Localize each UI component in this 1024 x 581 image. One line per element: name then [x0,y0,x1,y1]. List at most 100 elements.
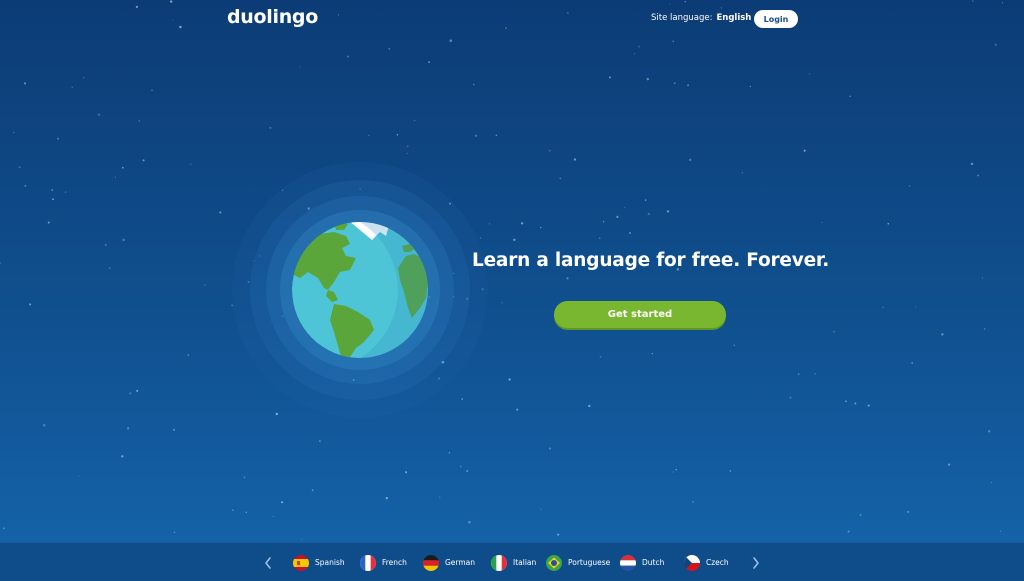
language-label: Italian [513,558,537,567]
star [187,354,189,356]
star [219,211,222,214]
star [814,373,816,375]
star [136,389,139,392]
star [64,191,67,193]
star [999,530,1002,532]
star [406,145,409,148]
star [299,66,301,68]
scroll-left-arrow[interactable] [261,555,275,571]
scroll-right-arrow[interactable] [749,555,763,571]
star [833,330,835,333]
star [449,39,453,42]
language-label: Dutch [642,558,665,567]
star [672,40,675,43]
star [108,267,111,269]
star [646,77,650,81]
star [396,134,399,136]
star [566,277,569,280]
germany-flag-icon [423,554,439,571]
language-item-german[interactable]: German [423,554,475,571]
star [173,428,176,431]
star [629,232,631,234]
star [516,408,519,411]
duolingo-logo[interactable]: duolingo [227,6,318,28]
star [83,77,85,79]
login-button[interactable]: Login [754,10,798,28]
star [439,496,441,498]
star [733,344,735,346]
chevron-right-icon [753,557,759,569]
star [808,73,811,75]
star [908,185,911,187]
language-label: Spanish [315,558,345,567]
star [51,189,53,191]
star [867,404,870,407]
star [13,131,15,134]
landing-page: duolingo Site language: English Login Le… [0,0,1024,581]
language-label: Portuguese [568,558,611,567]
star [495,134,498,137]
star [644,199,647,201]
language-item-czech[interactable]: Czech [684,554,729,571]
star [602,221,605,223]
star [57,137,59,140]
star [122,238,125,242]
star [970,162,974,166]
star [347,55,350,58]
star [559,177,561,180]
star [948,463,951,466]
star [474,134,478,137]
netherlands-flag-icon [620,554,636,571]
star [638,45,640,48]
language-item-italian[interactable]: Italian [491,554,536,571]
star [647,212,650,216]
site-language-selector[interactable]: Site language: English [651,13,763,23]
star [941,333,944,336]
star [849,95,851,98]
star [548,447,552,450]
language-item-dutch[interactable]: Dutch [620,554,664,571]
language-item-french[interactable]: French [360,554,407,571]
star [204,284,206,286]
star [854,402,857,405]
star [573,158,577,161]
star [847,530,850,533]
star [466,470,469,472]
star [520,222,524,225]
star [300,538,303,540]
starfield-background [0,0,1004,540]
star [97,113,101,116]
site-language-value: English [716,13,752,23]
star [672,471,674,473]
star [616,215,619,219]
star [29,303,32,306]
star [540,508,542,510]
star [882,306,884,309]
star [540,227,542,229]
france-flag-icon [360,554,376,571]
star [633,53,636,55]
star [0,262,1,264]
star [741,172,743,174]
star [844,400,847,403]
star [599,356,602,358]
star [151,89,153,92]
star [983,328,986,330]
language-label: Czech [706,558,729,567]
star [405,471,408,474]
star [71,86,73,88]
star [269,126,272,129]
star [673,82,676,85]
star [907,511,910,513]
star [911,362,913,364]
star [803,149,806,152]
star [311,489,314,492]
star [245,511,247,513]
star [821,221,823,224]
language-item-spanish[interactable]: Spanish [293,554,345,571]
brazil-flag-icon [546,554,562,571]
get-started-button[interactable]: Get started [554,301,726,328]
language-bar: Spanish French German Italian Portuguese… [0,542,1024,581]
star [588,404,591,408]
language-item-portuguese[interactable]: Portuguese [546,554,610,571]
